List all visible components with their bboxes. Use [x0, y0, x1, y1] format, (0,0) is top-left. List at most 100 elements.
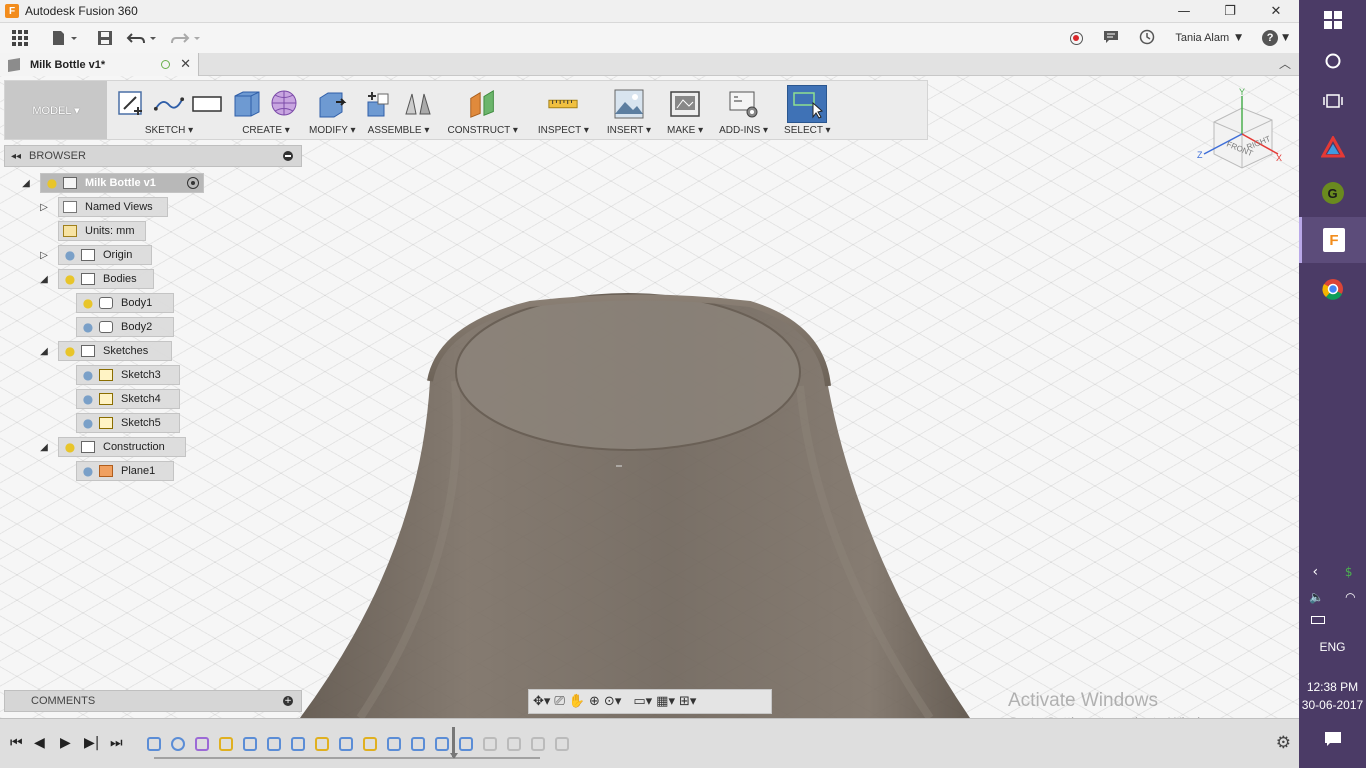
undo-icon[interactable]	[120, 23, 164, 53]
add-ins-group[interactable]: ADD-INS ▾	[711, 81, 776, 139]
timeline-marker[interactable]	[452, 727, 455, 757]
3d-print-icon[interactable]	[669, 88, 701, 120]
input-language[interactable]: ENG	[1299, 640, 1366, 654]
timeline-settings-gear-icon[interactable]: ⚙	[1276, 733, 1291, 753]
inspect-group[interactable]: INSPECT ▾	[528, 81, 599, 139]
timeline-extrude-icon[interactable]	[385, 735, 403, 753]
visibility-bulb-icon[interactable]: ●	[81, 296, 95, 310]
create-group[interactable]: CREATE ▾	[227, 81, 305, 139]
timeline-shell-icon[interactable]	[289, 735, 307, 753]
activate-radio-icon[interactable]	[187, 177, 199, 189]
chrome-icon[interactable]	[1299, 276, 1366, 302]
timeline-joint-icon[interactable]	[553, 735, 571, 753]
make-group[interactable]: MAKE ▾	[659, 81, 711, 139]
battery-icon[interactable]	[1311, 616, 1325, 624]
close-button[interactable]: ✕	[1253, 0, 1299, 23]
record-icon[interactable]	[1070, 31, 1084, 45]
wifi-icon[interactable]: ◠	[1345, 590, 1355, 604]
visibility-bulb-icon[interactable]: ●	[63, 272, 77, 286]
timeline-extrude-icon[interactable]	[337, 735, 355, 753]
fusion-taskbar-icon[interactable]: F	[1299, 217, 1366, 263]
autodesk-app-icon[interactable]	[1299, 134, 1366, 160]
grid-settings-icon[interactable]: ▦▾	[656, 694, 675, 709]
timeline-track[interactable]	[152, 753, 542, 763]
timeline-sweep-icon[interactable]	[265, 735, 283, 753]
expanded-triangle-icon[interactable]: ◢	[38, 441, 50, 453]
job-status-clock-icon[interactable]	[1139, 29, 1155, 48]
select-group[interactable]: SELECT ▾	[776, 81, 839, 139]
viewports-icon[interactable]: ⊞▾	[679, 694, 696, 709]
joint-icon[interactable]	[402, 88, 434, 120]
timeline-sketch-icon[interactable]	[361, 735, 379, 753]
tree-node-units[interactable]: Units: mm	[58, 221, 146, 241]
cortana-search-icon[interactable]	[1299, 50, 1366, 72]
collapsed-triangle-icon[interactable]: ▷	[38, 201, 50, 213]
visibility-bulb-icon[interactable]: ●	[81, 464, 95, 478]
step-back-icon[interactable]: ◀	[34, 735, 45, 751]
tree-node-root[interactable]: ● Milk Bottle v1	[40, 173, 204, 193]
tree-node-sketches[interactable]: ● Sketches	[58, 341, 172, 361]
select-cursor-icon[interactable]	[787, 85, 828, 123]
orbit-icon[interactable]: ✥▾	[533, 694, 550, 709]
rectangle-icon[interactable]	[191, 88, 223, 120]
visibility-bulb-icon[interactable]: ●	[63, 344, 77, 358]
volume-icon[interactable]: 🔈	[1309, 590, 1324, 604]
timeline-form-icon[interactable]	[193, 735, 211, 753]
timeline-revolve-icon[interactable]	[169, 735, 187, 753]
go-to-start-icon[interactable]: ⏮	[10, 735, 23, 751]
expanded-triangle-icon[interactable]: ◢	[38, 273, 50, 285]
measure-icon[interactable]	[547, 88, 579, 120]
display-settings-icon[interactable]: ▭▾	[633, 694, 652, 709]
file-menu-icon[interactable]	[40, 23, 90, 53]
construct-group[interactable]: CONSTRUCT ▾	[438, 81, 528, 139]
visibility-bulb-icon[interactable]: ●	[81, 368, 95, 382]
play-icon[interactable]: ▶	[60, 735, 71, 751]
show-hidden-icons-chevron-icon[interactable]: ‹	[1312, 564, 1318, 580]
timeline-body-icon[interactable]	[145, 735, 163, 753]
comments-icon[interactable]	[1103, 30, 1119, 47]
action-center-icon[interactable]	[1299, 728, 1366, 750]
browser-panel-header[interactable]: ◂◂ BROWSER	[4, 145, 302, 167]
expanded-triangle-icon[interactable]: ◢	[20, 177, 32, 189]
tree-node-origin[interactable]: ● Origin	[58, 245, 152, 265]
offset-plane-icon[interactable]	[467, 88, 499, 120]
tree-node-body1[interactable]: ● Body1	[76, 293, 174, 313]
fit-zoom-icon[interactable]: ⊙▾	[604, 694, 621, 709]
tree-node-named-views[interactable]: Named Views	[58, 197, 168, 217]
extrude-icon[interactable]	[231, 88, 263, 120]
save-icon[interactable]	[90, 23, 120, 53]
go-to-end-icon[interactable]: ⏭	[110, 735, 123, 751]
scripts-addins-icon[interactable]	[728, 88, 760, 120]
tree-node-bodies[interactable]: ● Bodies	[58, 269, 154, 289]
timeline-fillet-icon[interactable]	[409, 735, 427, 753]
comments-panel-header[interactable]: COMMENTS +	[4, 690, 302, 712]
assemble-group[interactable]: ASSEMBLE ▾	[360, 81, 438, 139]
tree-node-plane1[interactable]: ● Plane1	[76, 461, 174, 481]
tray-app-icon[interactable]: $	[1345, 565, 1353, 579]
timeline-sketch-icon[interactable]	[313, 735, 331, 753]
visibility-bulb-icon[interactable]: ●	[63, 248, 77, 262]
timeline-plane-icon[interactable]	[505, 735, 523, 753]
tree-node-sketch5[interactable]: ● Sketch5	[76, 413, 180, 433]
sketch-group[interactable]: SKETCH ▾	[111, 81, 227, 139]
minimize-browser-icon[interactable]	[283, 151, 293, 161]
collapse-chevron-up-icon[interactable]: ︿	[1279, 55, 1291, 72]
redo-icon[interactable]	[164, 23, 208, 53]
taskbar-clock[interactable]: 12:38 PM 30-06-2017	[1299, 678, 1366, 714]
visibility-bulb-icon[interactable]: ●	[81, 320, 95, 334]
view-cube[interactable]: FRONT RIGHT Y X Z	[1196, 84, 1290, 176]
timeline-extrude-icon[interactable]	[241, 735, 259, 753]
pan-hand-icon[interactable]: ✋	[569, 694, 585, 709]
visibility-bulb-icon[interactable]: ●	[63, 440, 77, 454]
minimize-button[interactable]: —	[1161, 0, 1207, 23]
timeline-fillet-icon[interactable]	[457, 735, 475, 753]
timeline-loft-icon[interactable]	[433, 735, 451, 753]
windows-start-icon[interactable]	[1299, 8, 1366, 32]
create-sketch-icon[interactable]	[115, 88, 147, 120]
help-menu[interactable]: ? ▼	[1262, 30, 1289, 46]
modify-group[interactable]: MODIFY ▾	[305, 81, 360, 139]
visibility-bulb-icon[interactable]: ●	[81, 416, 95, 430]
zoom-icon[interactable]: ⊕	[589, 694, 600, 709]
collapse-browser-icon[interactable]: ◂◂	[11, 151, 21, 162]
visibility-bulb-icon[interactable]: ●	[81, 392, 95, 406]
